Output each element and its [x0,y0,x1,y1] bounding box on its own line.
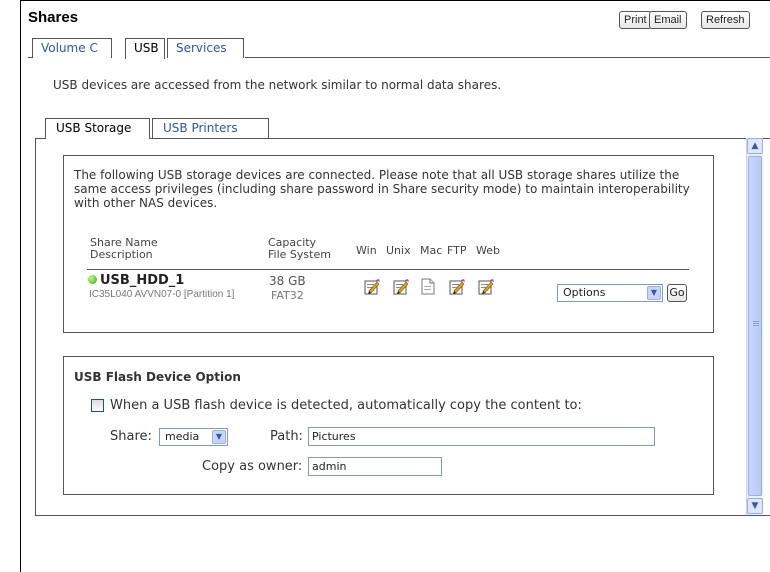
header-win: Win [356,244,377,257]
thumb-grip [753,323,759,324]
share-description: IC35L040 AVVN07-0 [Partition 1] [89,289,235,300]
owner-input[interactable]: admin [308,457,442,476]
owner-label: Copy as owner: [202,459,303,474]
vertical-scrollbar[interactable]: ▲ ▼ [746,138,763,515]
header-unix: Unix [386,244,411,257]
usb-storage-panel: The following USB storage devices are co… [63,155,714,333]
header-description: Description [90,248,153,261]
share-name: USB_HDD_1 [100,273,185,288]
path-input[interactable]: Pictures [308,427,655,446]
auto-copy-checkbox[interactable] [91,399,104,412]
share-capacity: 38 GB [269,274,306,288]
share-select[interactable]: media ▼ [159,428,228,446]
usb-flash-option-panel: USB Flash Device Option When a USB flash… [63,356,714,495]
status-ok-icon [88,275,97,284]
share-label: Share: [110,429,152,444]
mac-document-icon[interactable] [420,278,436,295]
share-select-value: media [165,430,200,443]
header-mac: Mac [420,244,443,257]
options-select-value: Options [563,286,606,299]
header-file-system: File System [268,248,331,261]
scroll-up-icon[interactable]: ▲ [747,138,763,154]
header-ftp: FTP [447,244,467,257]
go-button[interactable]: Go [667,284,687,302]
options-select[interactable]: Options ▼ [557,284,663,302]
win-edit-share-icon[interactable] [364,278,380,295]
web-edit-share-icon[interactable] [478,278,494,295]
tab-volume-c[interactable]: Volume C [32,38,112,58]
chevron-down-icon: ▼ [212,430,226,444]
scroll-down-icon[interactable]: ▼ [747,498,763,514]
auto-copy-label: When a USB flash device is detected, aut… [110,398,582,413]
scroll-thumb[interactable] [748,156,762,496]
header-web: Web [476,244,500,257]
intro-text: USB devices are accessed from the networ… [53,78,502,92]
email-button[interactable]: Email [649,11,687,29]
header-divider [87,269,689,270]
tab-usb-storage[interactable]: USB Storage [45,118,150,139]
print-button[interactable]: Print [619,11,652,29]
tab-services[interactable]: Services [167,38,244,58]
share-file-system: FAT32 [271,289,304,302]
storage-notice: The following USB storage devices are co… [74,168,690,210]
thumb-grip [753,325,759,326]
refresh-button[interactable]: Refresh [701,11,750,29]
tab-baseline [245,57,770,58]
tab-usb-printers[interactable]: USB Printers [152,118,269,138]
tab-usb[interactable]: USB [125,38,165,59]
chevron-down-icon: ▼ [647,286,661,300]
path-label: Path: [270,429,303,444]
thumb-grip [753,321,759,322]
unix-edit-share-icon[interactable] [393,278,409,295]
ftp-edit-share-icon[interactable] [449,278,465,295]
page-title: Shares [28,9,79,26]
flash-option-title: USB Flash Device Option [74,370,241,384]
